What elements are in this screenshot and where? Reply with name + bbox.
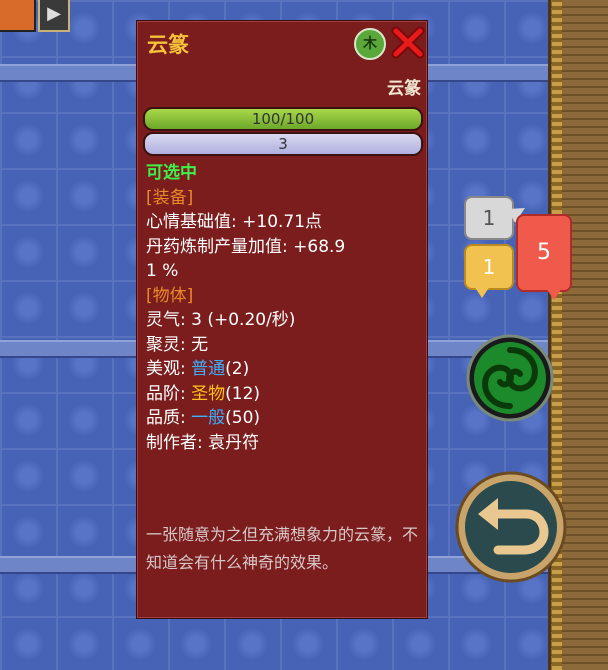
- spiral-icon[interactable]: [466, 334, 554, 422]
- gather-value: 无: [191, 334, 209, 355]
- maker-value: 袁丹符: [208, 432, 260, 453]
- qi-stat: 灵气: 3 (+0.20/秒): [146, 310, 296, 330]
- maker-label: 制作者:: [146, 432, 209, 453]
- item-subtitle: 云篆: [387, 79, 421, 99]
- maker-stat: 制作者: 袁丹符: [146, 431, 422, 456]
- item-stats: 可选中 [装备] 心情基础值: +10.71点 丹药炼制产量加值: +68.9 …: [146, 161, 422, 455]
- mood-stat: 心情基础值: +10.71点: [146, 212, 323, 232]
- item-description: 一张随意为之但充满想象力的云篆，不知道会有什么神奇的效果。: [146, 525, 419, 572]
- quality-value: 一般: [191, 408, 226, 428]
- quality-num: (50): [225, 408, 261, 428]
- yellow-bubble-tail: [474, 286, 490, 298]
- grey-notification-bubble[interactable]: 1: [464, 196, 514, 240]
- gather-label: 聚灵:: [146, 334, 192, 355]
- item-tooltip-panel: 云篆 木 云篆 100/100 3 可选中 [装备] 心情基础值: +10.71…: [136, 20, 428, 619]
- rank-num: (12): [225, 383, 261, 404]
- quality-stat: 品质: 一般(50): [146, 406, 422, 431]
- durability-bar: 100/100: [143, 107, 423, 131]
- element-badge: 木: [354, 28, 386, 60]
- beauty-stat: 美观: 普通(2): [146, 357, 422, 382]
- back-button[interactable]: [454, 470, 568, 584]
- close-icon[interactable]: [391, 25, 425, 59]
- beauty-label: 美观:: [146, 359, 192, 379]
- close-button[interactable]: [391, 25, 425, 59]
- rank-value: 圣物: [191, 383, 226, 404]
- item-title: 云篆: [147, 33, 189, 57]
- red-bubble-tail: [546, 288, 562, 300]
- rank-label: 品阶:: [146, 383, 192, 404]
- rank-stat: 品阶: 圣物(12): [146, 382, 422, 407]
- spiral-skill-button[interactable]: [466, 334, 554, 422]
- qi-bar: 3: [143, 132, 423, 156]
- pill-stat-cont: 1 %: [146, 261, 179, 281]
- expand-arrow-icon[interactable]: ▶: [38, 0, 70, 32]
- undo-arrow-icon[interactable]: [454, 470, 568, 584]
- top-left-tab[interactable]: [0, 0, 36, 32]
- beauty-num: (2): [225, 359, 250, 379]
- equip-header: [装备]: [146, 187, 194, 208]
- object-header: [物体]: [146, 285, 194, 306]
- yellow-notification-bubble[interactable]: 1: [464, 244, 514, 290]
- gather-stat: 聚灵: 无: [146, 333, 422, 358]
- beauty-value: 普通: [191, 359, 226, 379]
- quality-label: 品质:: [146, 408, 192, 428]
- red-notification-bubble[interactable]: 5: [516, 214, 572, 292]
- pill-stat: 丹药炼制产量加值: +68.9: [146, 236, 346, 257]
- selectable-label: 可选中: [146, 163, 197, 183]
